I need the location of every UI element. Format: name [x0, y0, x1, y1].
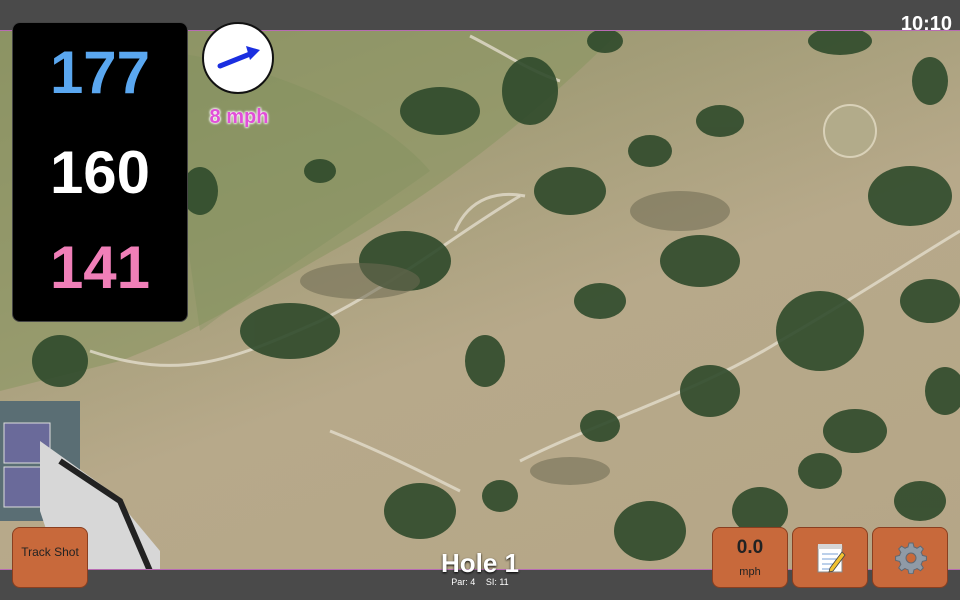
gear-icon — [895, 542, 927, 574]
hole-stroke-index: SI: 11 — [485, 577, 509, 587]
hole-par: Par: 4 — [451, 577, 476, 587]
speed-button[interactable]: 0.0 mph — [712, 527, 788, 588]
notepad-icon — [817, 544, 846, 573]
track-shot-button[interactable]: Track Shot — [12, 527, 88, 588]
back-distance: 177 — [49, 39, 151, 106]
notes-button[interactable] — [792, 527, 868, 588]
hole-meta: Par: 4 SI: 11 — [380, 577, 580, 587]
distance-panel: 177 160 141 — [12, 22, 188, 322]
middle-distance: 160 — [49, 139, 151, 206]
front-distance: 141 — [49, 234, 151, 301]
settings-button[interactable] — [872, 527, 948, 588]
arrow-right-icon — [217, 46, 260, 69]
hole-title: Hole 1 — [440, 548, 520, 578]
wind-direction-dial — [202, 22, 274, 94]
wind-speed: 8 mph — [209, 106, 269, 128]
speed-unit: mph — [739, 566, 761, 578]
speed-value: 0.0 — [736, 537, 764, 558]
